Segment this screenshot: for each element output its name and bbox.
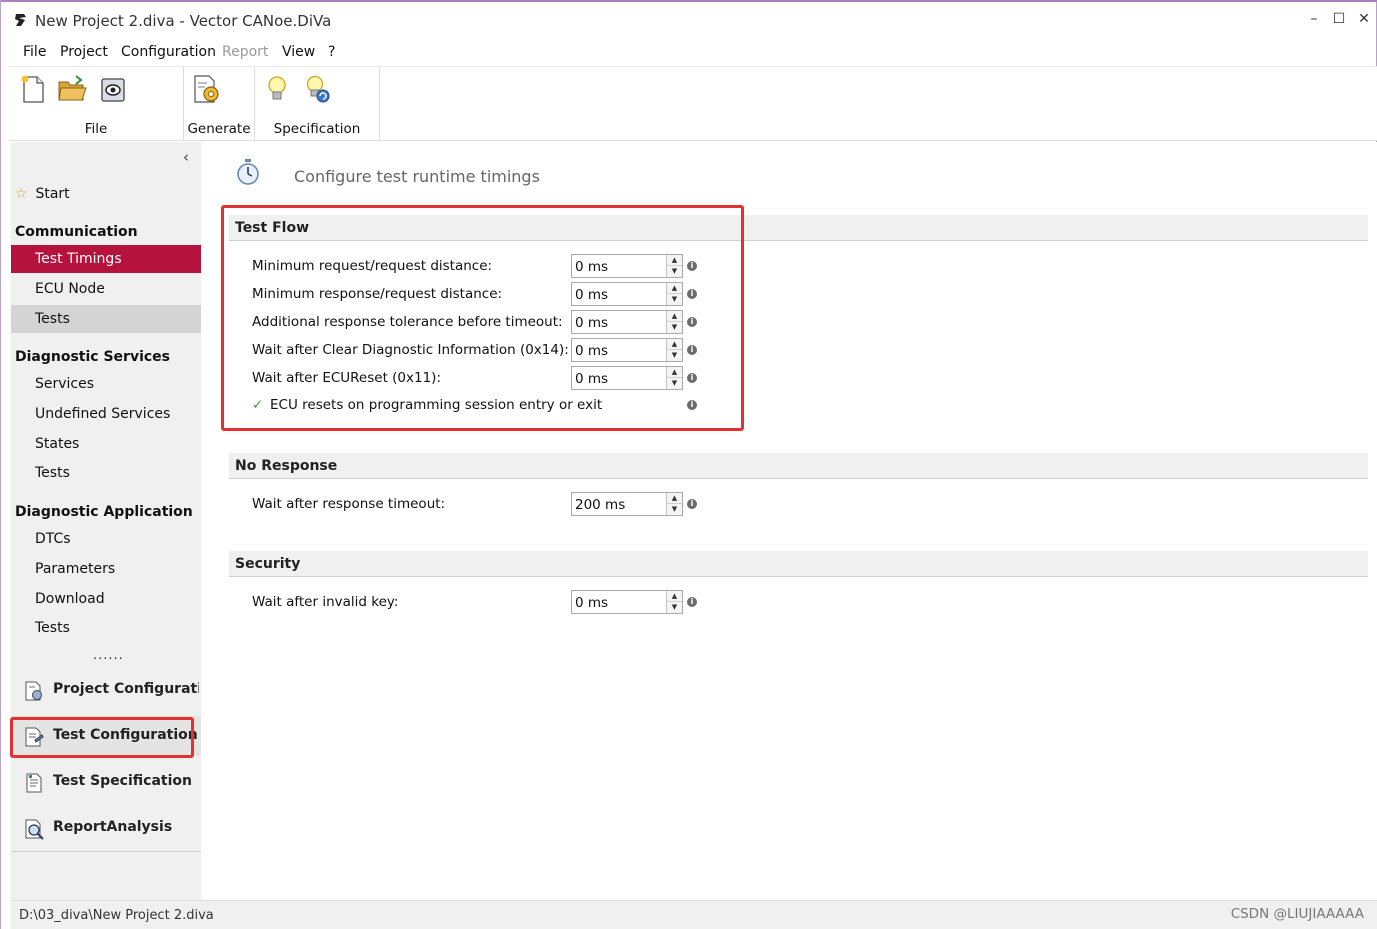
sidebar-header-diagnostic-services: Diagnostic Services	[15, 349, 171, 365]
menu-project[interactable]: Project	[60, 44, 108, 60]
menu-help[interactable]: ?	[328, 44, 335, 60]
maximize-button[interactable]: ☐	[1328, 8, 1350, 30]
collapse-sidebar-icon[interactable]: ‹	[183, 148, 189, 166]
wait-response-timeout-label: Wait after response timeout:	[252, 496, 446, 512]
stepper-buttons: ▲ ▼	[666, 493, 682, 515]
lightbulb-icon[interactable]	[261, 73, 293, 105]
sidebar-header-communication: Communication	[15, 224, 138, 240]
sidebar-item-services[interactable]: Services	[11, 370, 201, 398]
app-window: New Project 2.diva - Vector CANoe.DiVa –…	[0, 0, 1377, 929]
sidebar-item-dtcs[interactable]: DTCs	[11, 525, 201, 553]
stepper-down-icon[interactable]: ▼	[667, 504, 682, 515]
wait-response-timeout-stepper[interactable]: 200 ms ▲ ▼	[571, 492, 683, 516]
ribbon-group-generate-label: Generate	[187, 121, 251, 137]
sidebar-item-download[interactable]: Download	[11, 585, 201, 613]
wait-response-timeout-value[interactable]: 200 ms	[575, 497, 625, 513]
wait-invalid-key-label: Wait after invalid key:	[252, 594, 399, 610]
menu-bar: File Project Configuration Report View ?	[1, 40, 1376, 64]
window-title: New Project 2.diva - Vector CANoe.DiVa	[35, 12, 332, 30]
info-icon[interactable]: i	[687, 499, 697, 509]
sidebar-project-configuration-label: Project Configuration	[53, 681, 199, 697]
sidebar-test-specification-label: Test Specification	[53, 773, 192, 789]
status-bar: D:\03_diva\New Project 2.diva CSDN @LIUJ…	[11, 900, 1377, 929]
menu-file[interactable]: File	[23, 44, 46, 60]
sidebar-more-indicator: ......	[93, 648, 124, 663]
stopwatch-icon	[237, 159, 259, 185]
new-project-icon[interactable]	[17, 73, 49, 105]
sidebar-item-states[interactable]: States	[11, 430, 201, 458]
minimize-button[interactable]: –	[1303, 8, 1325, 30]
ribbon-toolbar: File Generate Specification	[9, 66, 1377, 141]
open-folder-icon[interactable]	[56, 73, 88, 105]
menu-configuration[interactable]: Configuration	[121, 44, 216, 60]
highlight-box-test-flow	[221, 205, 744, 431]
ribbon-group-file: File	[9, 67, 184, 141]
wait-invalid-key-stepper[interactable]: 0 ms ▲ ▼	[571, 590, 683, 614]
stepper-buttons: ▲ ▼	[666, 591, 682, 613]
stepper-down-icon[interactable]: ▼	[667, 602, 682, 613]
sidebar-item-communication-tests[interactable]: Tests	[11, 305, 201, 333]
highlight-box-test-configuration	[10, 717, 194, 758]
ribbon-group-specification-label: Specification	[273, 121, 361, 137]
sidebar-item-start-label: Start	[35, 186, 70, 202]
sidebar-item-start[interactable]: ☆ Start	[15, 186, 70, 202]
watermark: CSDN @LIUJIAAAAA	[1230, 906, 1364, 922]
navigation-sidebar: ‹ ☆ Start Communication Test Timings ECU…	[11, 142, 201, 900]
project-path: D:\03_diva\New Project 2.diva	[19, 908, 214, 923]
sidebar-report-analysis[interactable]: ReportAnalysis	[11, 808, 201, 848]
sidebar-item-application-tests[interactable]: Tests	[11, 614, 201, 642]
sidebar-item-parameters[interactable]: Parameters	[11, 555, 201, 583]
star-icon: ☆	[15, 186, 28, 202]
menu-view[interactable]: View	[282, 44, 315, 60]
close-button[interactable]: ✕	[1353, 8, 1375, 30]
project-configuration-icon	[25, 681, 42, 701]
sidebar-item-services-tests[interactable]: Tests	[11, 459, 201, 487]
app-logo-icon	[15, 14, 26, 26]
sidebar-item-test-timings[interactable]: Test Timings	[11, 245, 201, 273]
stepper-up-icon[interactable]: ▲	[667, 591, 682, 602]
sidebar-divider	[11, 851, 201, 852]
section-security-header: Security	[229, 551, 1368, 577]
sidebar-report-analysis-label: ReportAnalysis	[53, 819, 173, 835]
sidebar-header-diagnostic-application: Diagnostic Application	[15, 504, 193, 520]
generate-gear-icon[interactable]	[190, 73, 222, 105]
save-project-icon[interactable]	[97, 73, 129, 105]
section-no-response-header: No Response	[229, 453, 1368, 479]
report-analysis-icon	[25, 819, 44, 840]
test-specification-icon	[26, 773, 42, 793]
sidebar-item-undefined-services[interactable]: Undefined Services	[11, 400, 201, 428]
wait-invalid-key-value[interactable]: 0 ms	[575, 595, 608, 611]
sidebar-test-specification[interactable]: Test Specification	[11, 762, 201, 802]
page-title: Configure test runtime timings	[294, 167, 540, 186]
lightbulb-refresh-icon[interactable]	[301, 73, 333, 105]
stepper-up-icon[interactable]: ▲	[667, 493, 682, 504]
sidebar-project-configuration[interactable]: Project Configuration	[11, 670, 201, 710]
menu-report[interactable]: Report	[222, 44, 268, 60]
ribbon-group-specification: Specification	[255, 67, 380, 141]
title-bar: New Project 2.diva - Vector CANoe.DiVa –…	[1, 2, 1376, 38]
main-content: Configure test runtime timings Test Flow…	[201, 142, 1377, 900]
ribbon-group-generate: Generate	[184, 67, 255, 141]
ribbon-group-file-label: File	[84, 121, 108, 137]
info-icon[interactable]: i	[687, 597, 697, 607]
sidebar-item-ecu-node[interactable]: ECU Node	[11, 275, 201, 303]
